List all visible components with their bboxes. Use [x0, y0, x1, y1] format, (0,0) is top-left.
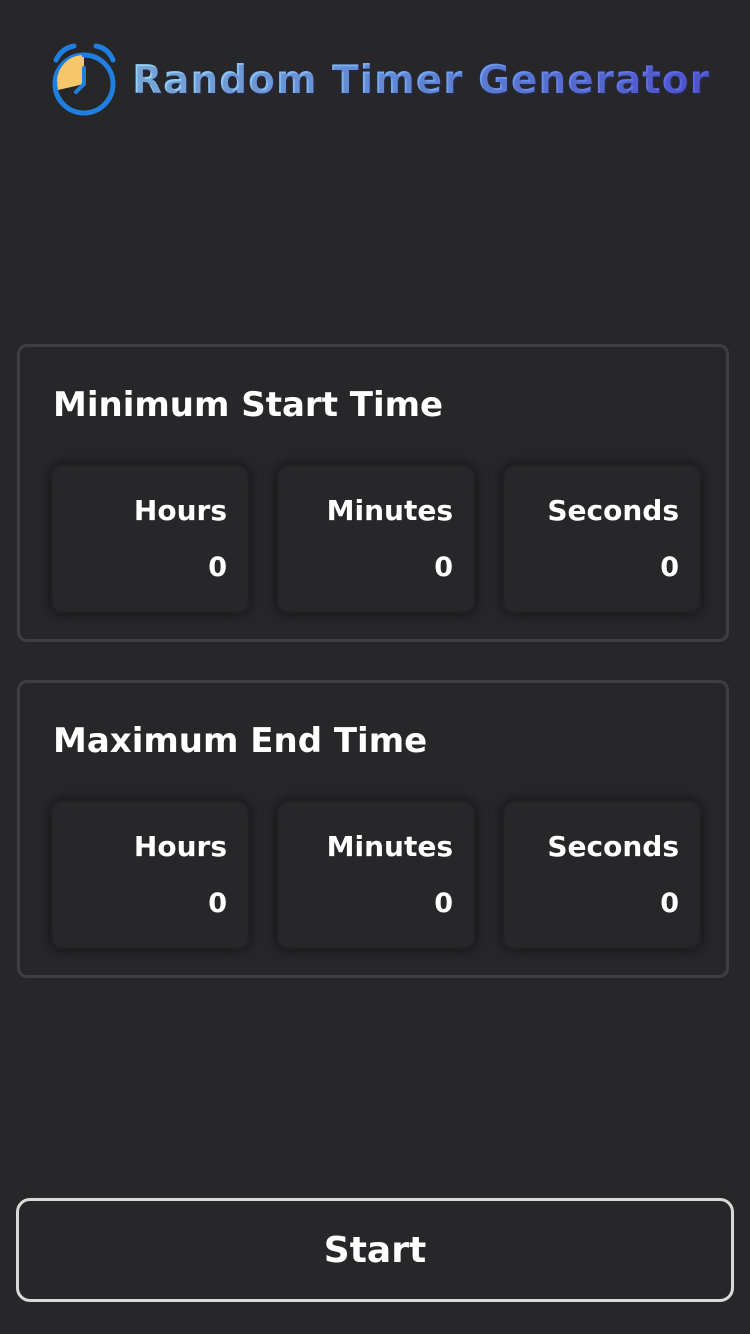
max-hours-value[interactable]: 0: [53, 884, 227, 924]
start-button[interactable]: Start: [16, 1198, 734, 1302]
max-hours-label: Hours: [133, 830, 227, 863]
max-minutes-field[interactable]: Minutes 0: [279, 803, 473, 947]
max-hours-field[interactable]: Hours 0: [53, 803, 247, 947]
min-seconds-field[interactable]: Seconds 0: [505, 467, 699, 611]
minimum-start-time-fields: Hours 0 Minutes 0 Seconds 0: [53, 467, 699, 611]
min-hours-label: Hours: [133, 494, 227, 527]
max-minutes-label: Minutes: [326, 830, 453, 863]
min-seconds-value[interactable]: 0: [505, 548, 679, 588]
max-minutes-value[interactable]: 0: [279, 884, 453, 924]
min-minutes-value[interactable]: 0: [279, 548, 453, 588]
alarm-clock-icon: [52, 43, 116, 116]
minimum-start-time-title: Minimum Start Time: [53, 385, 444, 425]
min-hours-field[interactable]: Hours 0: [53, 467, 247, 611]
maximum-end-time-card: Maximum End Time Hours 0 Minutes 0 Secon…: [17, 680, 729, 978]
maximum-end-time-fields: Hours 0 Minutes 0 Seconds 0: [53, 803, 699, 947]
max-seconds-field[interactable]: Seconds 0: [505, 803, 699, 947]
max-seconds-label: Seconds: [547, 830, 679, 863]
minimum-start-time-card: Minimum Start Time Hours 0 Minutes 0 Sec…: [17, 344, 729, 642]
min-minutes-field[interactable]: Minutes 0: [279, 467, 473, 611]
min-hours-value[interactable]: 0: [53, 548, 227, 588]
maximum-end-time-title: Maximum End Time: [53, 721, 428, 761]
min-minutes-label: Minutes: [326, 494, 453, 527]
max-seconds-value[interactable]: 0: [505, 884, 679, 924]
app-title: Random Timer Generator: [132, 57, 710, 103]
min-seconds-label: Seconds: [547, 494, 679, 527]
app-header: Random Timer Generator: [50, 40, 710, 120]
